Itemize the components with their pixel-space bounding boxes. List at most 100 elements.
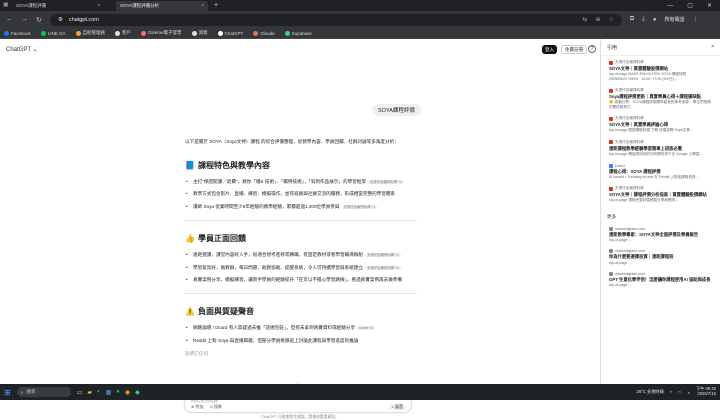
source-favicon <box>609 140 613 145</box>
volume-icon[interactable]: ◖ <box>687 390 690 395</box>
menu-icon[interactable]: ⋮ <box>692 16 698 23</box>
app-icon[interactable]: ◆ <box>135 389 140 396</box>
source-favicon <box>609 226 613 231</box>
bookmark-line-oa[interactable]: LINE OA <box>40 30 66 36</box>
divider <box>185 293 417 295</box>
citation-item[interactable]: 天書仔店報資料庫 Soya課程評價更新｜真實學員心得＋課程優缺點 🙂 感謝分享！… <box>601 84 720 112</box>
bookmark-supabase[interactable]: Supabase <box>284 30 312 36</box>
extensions-icon[interactable]: ⧉ <box>630 16 634 23</box>
profile-icon[interactable]: ● <box>653 17 657 23</box>
section-list: 主打"保證開課／退費"，教你「穩K 技術」、「獨特技術」，「寫到作品展示」的學習… <box>185 179 417 210</box>
bookmark-star-icon[interactable]: ☆ <box>608 16 613 23</box>
answer-intro: 以下是關於 SOYA（Soya文神）課程 的綜合評價整理，從教學內容、學員回饋、… <box>185 139 399 144</box>
tab-soya-review[interactable]: SOYA課程評價 × <box>12 1 104 11</box>
search-button[interactable]: ⊙ 搜尋 <box>209 404 221 410</box>
voice-button[interactable]: ♪ 語音 <box>388 404 406 410</box>
section-title: 📘 課程特色與教學內容 <box>185 160 270 170</box>
bookmark-giveme[interactable]: Giveme電子發票 <box>141 30 182 36</box>
source-favicon <box>609 272 613 277</box>
new-tab-icon[interactable]: + <box>214 1 218 11</box>
weather-widget[interactable]: 28°C 多雲時晴 <box>637 389 664 395</box>
divider <box>185 219 417 221</box>
citation-item[interactable]: masserlighten.com 你為什麼要選擇投資｜遠距課程班 top-of… <box>601 245 720 268</box>
folder-icon <box>191 30 197 36</box>
assistant-answer: 以下是關於 SOYA（Soya文神）課程 的綜合評價整理，從教學內容、學員回饋、… <box>185 139 417 356</box>
clock[interactable]: 下午 08:42 2025/7/15 <box>696 387 716 396</box>
bookmark-favicon <box>284 30 290 36</box>
tab-label: SOYA課程評價 <box>16 3 47 8</box>
url-text: chatgpt.com <box>68 16 99 23</box>
close-icon[interactable]: × <box>711 44 714 51</box>
edge-icon[interactable]: ◐ <box>97 389 101 396</box>
taskbar-search[interactable]: ⌕ 搜尋 <box>16 387 71 397</box>
file-explorer-icon[interactable]: ▰ <box>87 389 92 396</box>
site-info-icon[interactable]: ⚙ <box>58 17 63 23</box>
disclaimer: ChatGPT 可能會發生錯誤。請查核重要資訊。 <box>261 415 339 419</box>
bookmark-favicon <box>217 30 223 36</box>
window-controls: — ▢ ✕ <box>667 0 720 11</box>
download-icon[interactable]: ⤓ <box>642 16 645 23</box>
chrome-icon[interactable]: ◉ <box>125 389 130 396</box>
source-chip[interactable]: 天書仔店報資料庫 +1 <box>364 252 401 258</box>
forward-icon[interactable]: → <box>21 16 28 23</box>
source-favicon <box>609 88 613 93</box>
minimize-icon[interactable]: — <box>667 3 673 9</box>
list-item: 網路論壇 / Dcard 有人質疑過去推「話術包裝」，但有未拿到真實資料或經驗分… <box>185 325 417 331</box>
section-list: 網路論壇 / Dcard 有人質疑過去推「話術包裝」，但有未拿到真實資料或經驗分… <box>185 325 417 343</box>
bookmark-favicon <box>4 30 9 36</box>
bookmark-folder[interactable]: 客戶 <box>115 30 131 36</box>
source-chip[interactable]: 天書仔店報資料庫 +1 <box>367 179 404 184</box>
task-view-icon[interactable]: ▭ <box>77 389 83 396</box>
citation-item[interactable]: 天書仔店報資料庫 SOYA文神｜真實學員評論心得 top-of-page 閱讀課… <box>601 112 720 136</box>
maximize-icon[interactable]: ▢ <box>687 2 693 9</box>
citation-item[interactable]: 天書仔店報資料庫 遠距課程教學經驗學習簡單上班族必看 top-of-page 確… <box>601 136 720 160</box>
close-icon[interactable]: × <box>201 3 204 9</box>
tab-search-icon[interactable]: ▣ <box>3 1 9 8</box>
reload-icon[interactable]: ↻ <box>36 16 42 24</box>
url-field[interactable]: ⚙ chatgpt.com ⇆ ⊕ ☆ <box>49 13 622 26</box>
bookmark-chatgpt[interactable]: ChatGPT <box>217 30 243 36</box>
close-window-icon[interactable]: ✕ <box>707 2 712 9</box>
zoom-icon[interactable]: ⊕ <box>595 16 600 23</box>
folder-icon <box>115 30 121 36</box>
section-title: 👍 學員正面回饋 <box>185 233 246 243</box>
close-icon[interactable]: × <box>97 3 100 9</box>
bookmark-claude[interactable]: Claude <box>253 30 275 36</box>
list-item: 真實案例分享、模擬練習，讓新手學員的經驗提升「在可以不擔心學習路線」，看過真實案… <box>185 277 417 283</box>
source-chip[interactable]: Dcard +3 <box>357 326 375 331</box>
login-button[interactable]: 登入 <box>542 45 557 54</box>
thumbs-up-icon: 👍 <box>185 233 195 243</box>
translate-icon[interactable]: ⇆ <box>582 16 587 23</box>
warning-icon: ⚠️ <box>185 307 195 317</box>
bookmark-facebook[interactable]: Facebook <box>4 30 31 36</box>
bookmark-favicon <box>253 30 259 36</box>
bookmarks-bar: Facebook LINE OA 自助管理員 客戶 Giveme電子發票 測資 … <box>0 28 720 39</box>
citation-item[interactable]: masserlighten.com GPT 生意化學伴侶！怎麼讓你課程使用AI … <box>601 268 720 291</box>
attach-button[interactable]: ⊕ 附加 <box>191 404 203 410</box>
citation-item[interactable]: 天書仔店報資料庫 SOYA文神｜買賣體驗股價網站 top-of-page MAS… <box>601 56 720 84</box>
line-icon[interactable]: ● <box>116 389 120 396</box>
help-icon[interactable]: ? <box>588 45 596 53</box>
section-list: 遠距授課，課堂內容好入手，很適合想考進修或轉職，有固定教材或者學習輔導群組天書仔… <box>185 252 417 283</box>
store-icon[interactable]: ▦ <box>106 389 112 396</box>
tray-chevron-icon[interactable]: ^ <box>670 390 672 395</box>
citation-item[interactable]: 天書仔店報資料庫 SOYA文神｜課程評價分析指南｜買賣體驗股價網站 top-of… <box>601 182 720 206</box>
list-item: 遠距授課，課堂內容好入手，很適合想考進修或轉職，有固定教材或者學習輔導群組天書仔… <box>185 252 417 258</box>
bookmark-favicon <box>40 30 46 36</box>
back-icon[interactable]: ← <box>6 16 13 23</box>
tab-soya-analysis[interactable]: SOYA課程評價分析 × <box>116 1 208 11</box>
os-taskbar: ⊞ ⌕ 搜尋 ▭ ▰ ◐ ▦ ● ◉ ◆ 28°C 多雲時晴 ^ ◠ ◖ 下午 … <box>0 384 720 400</box>
trailing-text: 說明它任何 <box>185 350 208 356</box>
profile-label[interactable]: 所有電話 <box>664 16 684 23</box>
citation-item[interactable]: Dcard 課程心得：SOYA 課程評價 Al forums • Trendin… <box>601 160 720 183</box>
signup-button[interactable]: 免費註冊 <box>561 45 587 54</box>
source-chip[interactable]: 天書仔店報資料庫 +1 <box>364 265 401 270</box>
source-chip[interactable]: 天書仔店報資料庫 +1 <box>341 205 378 210</box>
windows-start-icon[interactable]: ⊞ <box>4 388 11 397</box>
citation-item[interactable]: masserlighten.com 遠距教學專家：SOYA文神全面評價及學員報告… <box>601 223 720 246</box>
bookmark-admin[interactable]: 自助管理員 <box>75 30 105 36</box>
bookmark-folder[interactable]: 測資 <box>191 30 208 36</box>
wifi-icon[interactable]: ◠ <box>678 390 682 395</box>
model-selector[interactable]: ChatGPT ⌄ <box>6 46 38 53</box>
book-icon: 📘 <box>185 160 195 170</box>
